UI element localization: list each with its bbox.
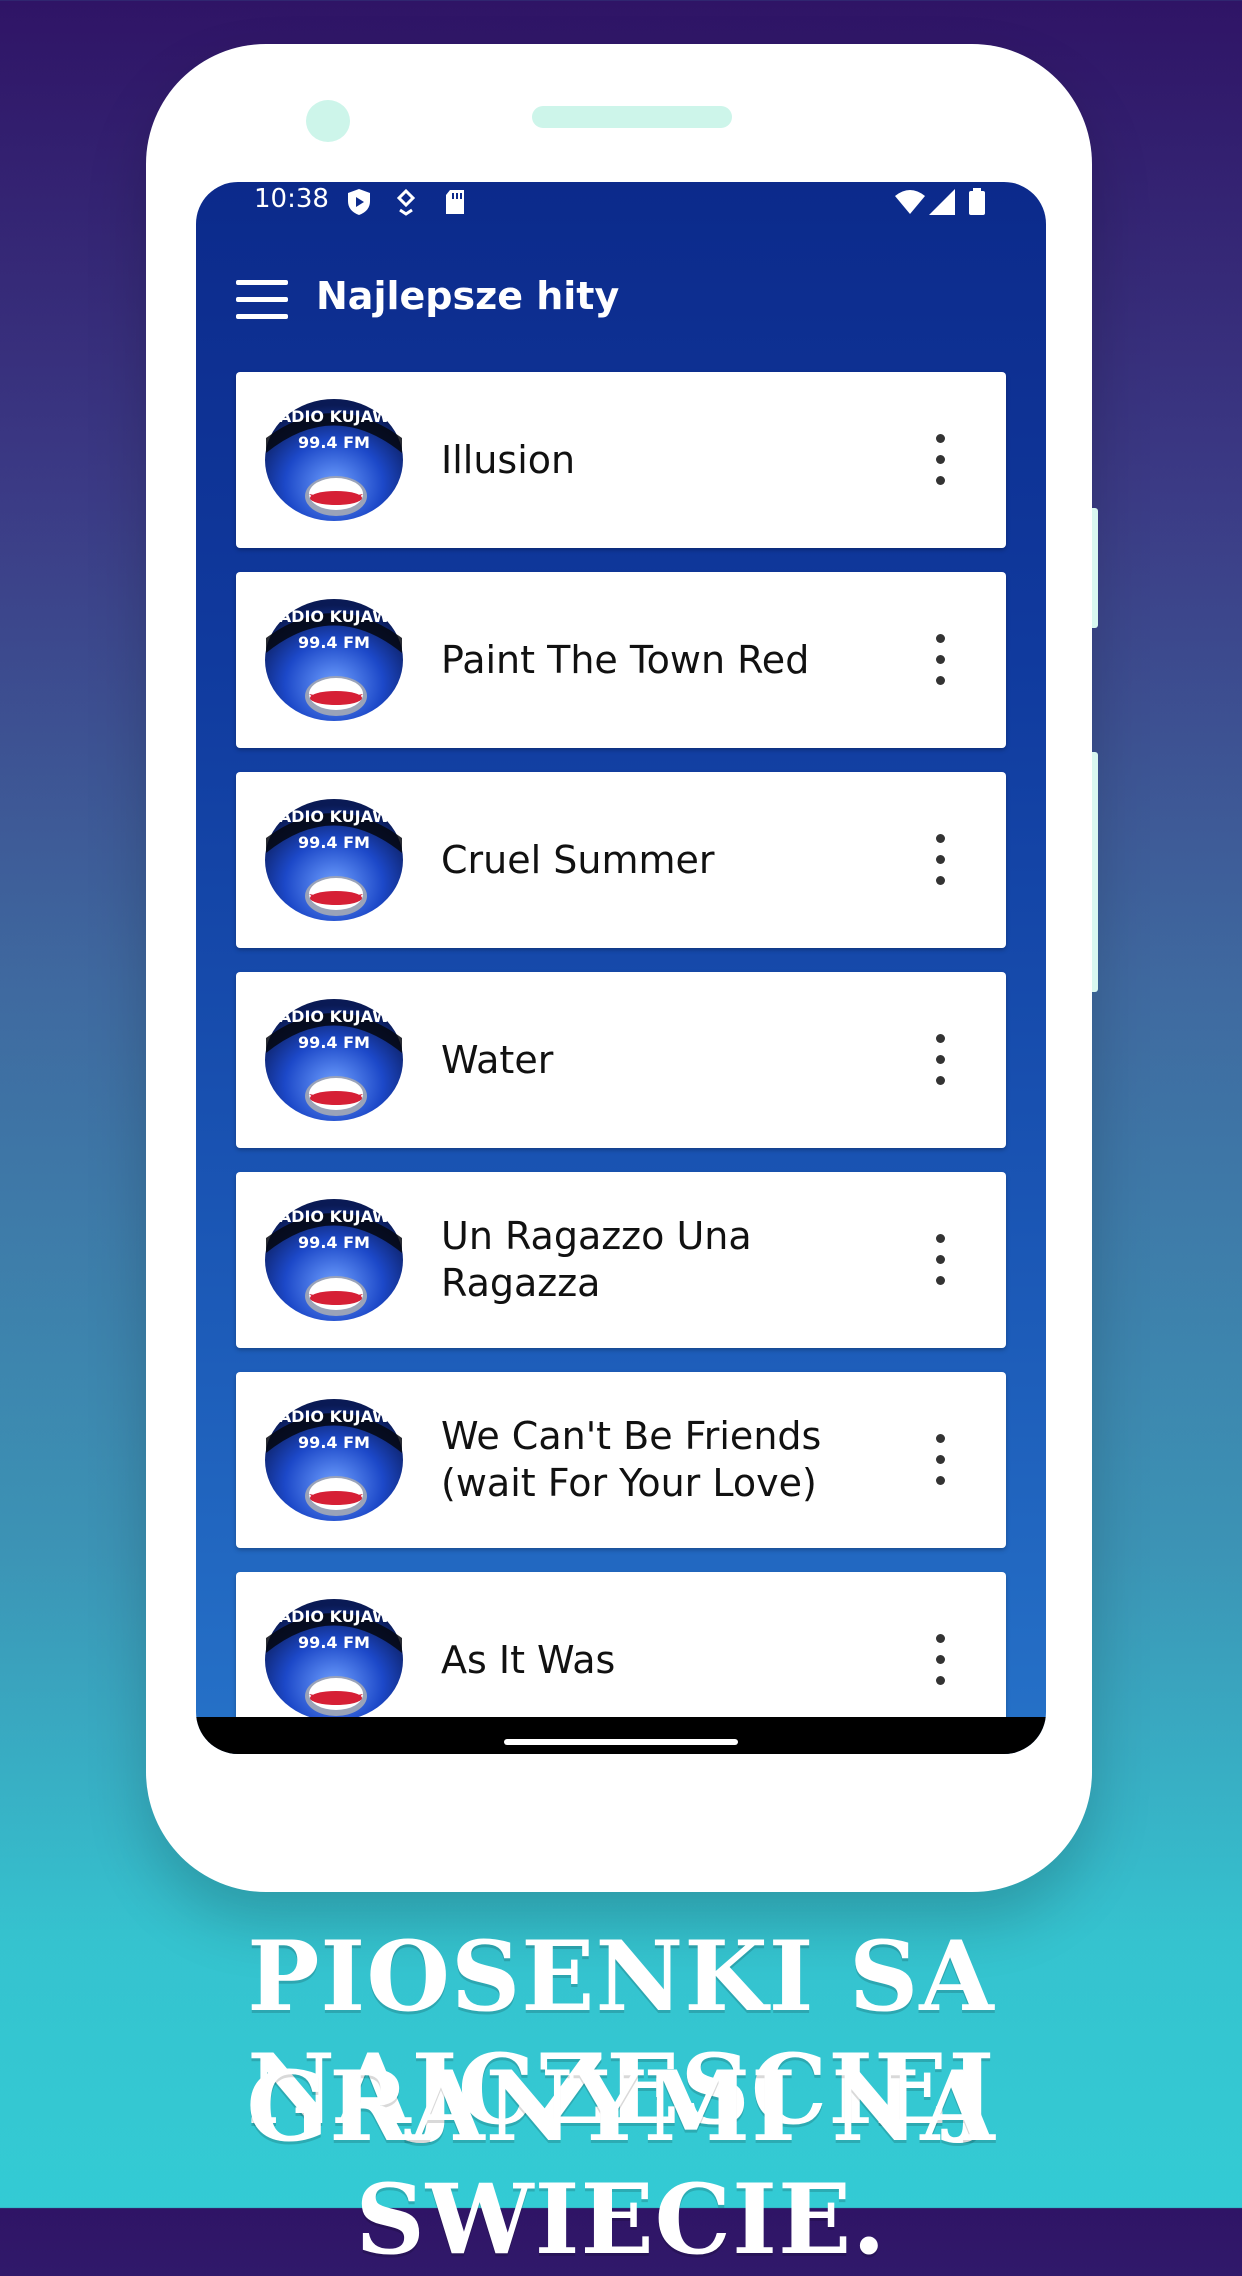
promo-caption-line-2: GRANYMI NA SWIECIE. xyxy=(246,2050,996,2276)
radio-logo-thumbnail: RADIO KUJAWY 99.4 FM xyxy=(264,598,404,722)
thumbnail-frequency: 99.4 FM xyxy=(298,1433,370,1452)
app-bar: Najlepsze hity xyxy=(196,252,1046,352)
radio-logo-thumbnail: RADIO KUJAWY 99.4 FM xyxy=(264,798,404,922)
song-card[interactable]: RADIO KUJAWY 99.4 FM Illusion xyxy=(236,372,1006,548)
song-title: Un Ragazzo Una Ragazza xyxy=(441,1214,752,1305)
thumbnail-frequency: 99.4 FM xyxy=(298,1033,370,1052)
more-vert-icon[interactable] xyxy=(924,434,954,486)
more-vert-icon[interactable] xyxy=(924,1034,954,1086)
thumbnail-frequency: 99.4 FM xyxy=(298,433,370,452)
song-title: We Can't Be Friends (wait For Your Love) xyxy=(441,1414,822,1505)
app-screen: 10:38 Najlepsze hity RADIO KUJAWY 99.4 F… xyxy=(196,182,1046,1754)
more-vert-icon[interactable] xyxy=(924,1634,954,1686)
song-card[interactable]: RADIO KUJAWY 99.4 FM Un Ragazzo Una Raga… xyxy=(236,1172,1006,1348)
more-vert-icon[interactable] xyxy=(924,634,954,686)
thumbnail-station-name: RADIO KUJAWY xyxy=(266,1007,401,1026)
radio-logo-thumbnail: RADIO KUJAWY 99.4 FM xyxy=(264,1598,404,1722)
song-title: Water xyxy=(441,1037,554,1082)
thumbnail-station-name: RADIO KUJAWY xyxy=(266,607,401,626)
radio-logo-thumbnail: RADIO KUJAWY 99.4 FM xyxy=(264,1198,404,1322)
radio-logo-thumbnail: RADIO KUJAWY 99.4 FM xyxy=(264,398,404,522)
thumbnail-station-name: RADIO KUJAWY xyxy=(266,1607,401,1626)
thumbnail-station-name: RADIO KUJAWY xyxy=(266,1407,401,1426)
song-card[interactable]: RADIO KUJAWY 99.4 FM Water xyxy=(236,972,1006,1148)
song-card[interactable]: RADIO KUJAWY 99.4 FM Cruel Summer xyxy=(236,772,1006,948)
radio-logo-thumbnail: RADIO KUJAWY 99.4 FM xyxy=(264,998,404,1122)
more-vert-icon[interactable] xyxy=(924,1234,954,1286)
phone-side-button xyxy=(1092,508,1098,628)
phone-speaker xyxy=(532,106,732,128)
wifi-icon xyxy=(895,190,925,214)
more-vert-icon[interactable] xyxy=(924,834,954,886)
status-time: 10:38 xyxy=(254,184,329,214)
download-icon xyxy=(396,188,416,216)
sd-card-icon xyxy=(446,190,464,214)
thumbnail-station-name: RADIO KUJAWY xyxy=(266,1207,401,1226)
song-list: RADIO KUJAWY 99.4 FM Illusion RADIO KUJA… xyxy=(236,372,1006,1754)
song-title: Paint The Town Red xyxy=(441,637,810,682)
thumbnail-frequency: 99.4 FM xyxy=(298,1233,370,1252)
thumbnail-frequency: 99.4 FM xyxy=(298,633,370,652)
front-camera xyxy=(306,100,350,142)
home-gesture-handle[interactable] xyxy=(504,1739,738,1745)
battery-icon xyxy=(969,188,985,215)
thumbnail-station-name: RADIO KUJAWY xyxy=(266,407,401,426)
song-title: Illusion xyxy=(441,437,576,482)
more-vert-icon[interactable] xyxy=(924,1434,954,1486)
gesture-nav-bar xyxy=(196,1717,1046,1754)
radio-logo-thumbnail: RADIO KUJAWY 99.4 FM xyxy=(264,1398,404,1522)
thumbnail-frequency: 99.4 FM xyxy=(298,833,370,852)
song-card[interactable]: RADIO KUJAWY 99.4 FM We Can't Be Friends… xyxy=(236,1372,1006,1548)
status-bar: 10:38 xyxy=(196,182,1046,232)
thumbnail-station-name: RADIO KUJAWY xyxy=(266,807,401,826)
song-title: Cruel Summer xyxy=(441,837,715,882)
menu-icon[interactable] xyxy=(236,280,288,320)
phone-side-button xyxy=(1092,752,1098,992)
signal-icon xyxy=(929,189,955,215)
song-card[interactable]: RADIO KUJAWY 99.4 FM Paint The Town Red xyxy=(236,572,1006,748)
thumbnail-frequency: 99.4 FM xyxy=(298,1633,370,1652)
play-protect-icon xyxy=(348,189,370,215)
page-title: Najlepsze hity xyxy=(316,274,620,318)
